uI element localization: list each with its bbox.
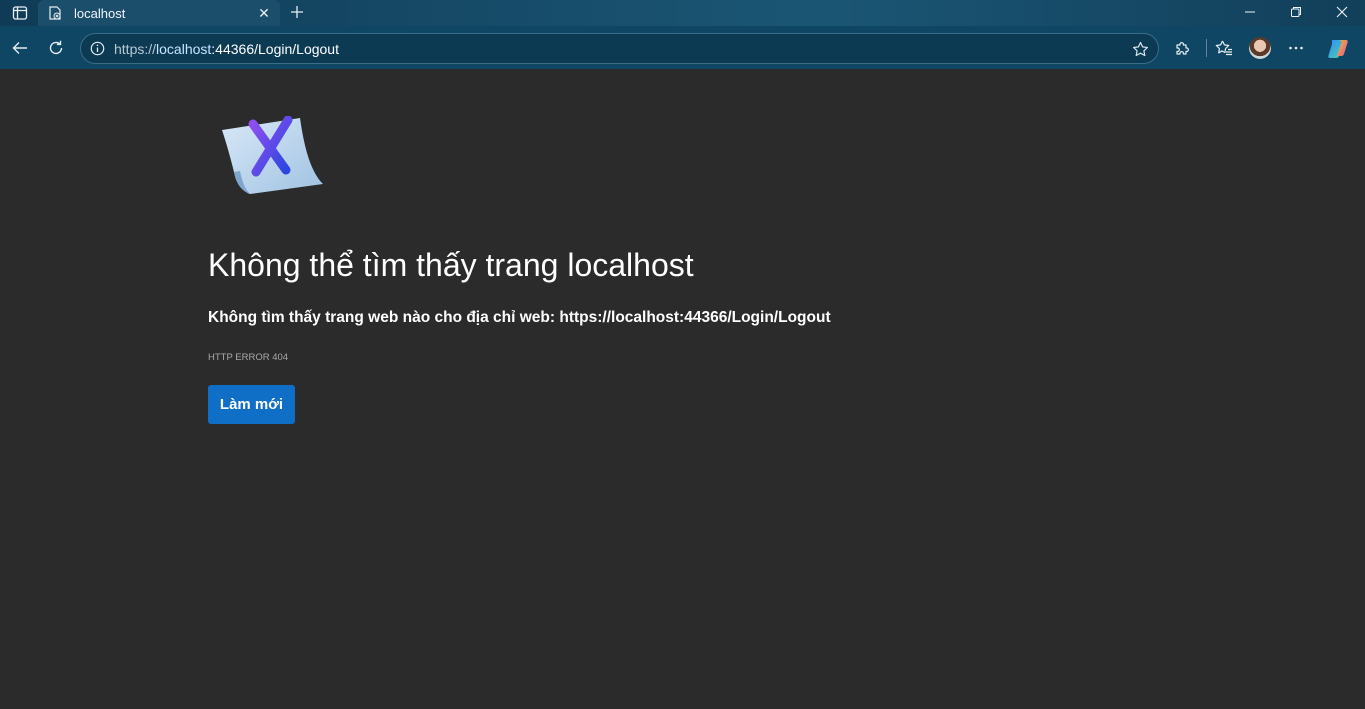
star-icon[interactable]: [1131, 40, 1149, 58]
tab-localhost[interactable]: localhost ✕: [38, 0, 280, 26]
favorites-star-icon[interactable]: [1211, 35, 1237, 61]
restore-icon[interactable]: [1273, 0, 1319, 24]
url-scheme: https://: [114, 40, 157, 57]
page-error-icon: [48, 6, 62, 20]
tab-actions-icon[interactable]: [9, 2, 31, 24]
copilot-icon[interactable]: [1326, 36, 1352, 62]
profile-avatar[interactable]: [1249, 37, 1271, 59]
toolbar-divider: [1206, 39, 1207, 57]
page-title: Không thể tìm thấy trang localhost: [208, 247, 694, 283]
error-description: Không tìm thấy trang web nào cho địa chỉ…: [208, 309, 831, 327]
error-page: [0, 69, 1365, 709]
page-not-found-illustration: [218, 115, 328, 200]
description-url: https://localhost:44366/Login/Logout: [559, 309, 831, 326]
title-bar: localhost ✕: [0, 0, 1365, 26]
tab-title: localhost: [74, 5, 126, 21]
url-host: localhost: [156, 40, 212, 57]
info-icon[interactable]: [89, 41, 105, 57]
url-path: :44366/Login/Logout: [211, 40, 339, 57]
address-bar[interactable]: https://localhost:44366/Login/Logout: [80, 33, 1159, 64]
minimize-icon[interactable]: [1227, 0, 1273, 24]
close-window-icon[interactable]: [1319, 0, 1365, 24]
plus-icon[interactable]: [286, 1, 308, 23]
refresh-button[interactable]: Làm mới: [208, 385, 295, 424]
error-code: HTTP ERROR 404: [208, 352, 289, 363]
back-arrow-icon[interactable]: [7, 35, 33, 61]
close-icon[interactable]: ✕: [254, 3, 274, 23]
puzzle-icon[interactable]: [1170, 35, 1196, 61]
reload-icon[interactable]: [43, 35, 69, 61]
description-prefix: Không tìm thấy trang web nào cho địa chỉ…: [208, 309, 560, 326]
url-text: https://localhost:44366/Login/Logout: [114, 41, 339, 57]
more-dots-icon[interactable]: [1283, 35, 1309, 61]
